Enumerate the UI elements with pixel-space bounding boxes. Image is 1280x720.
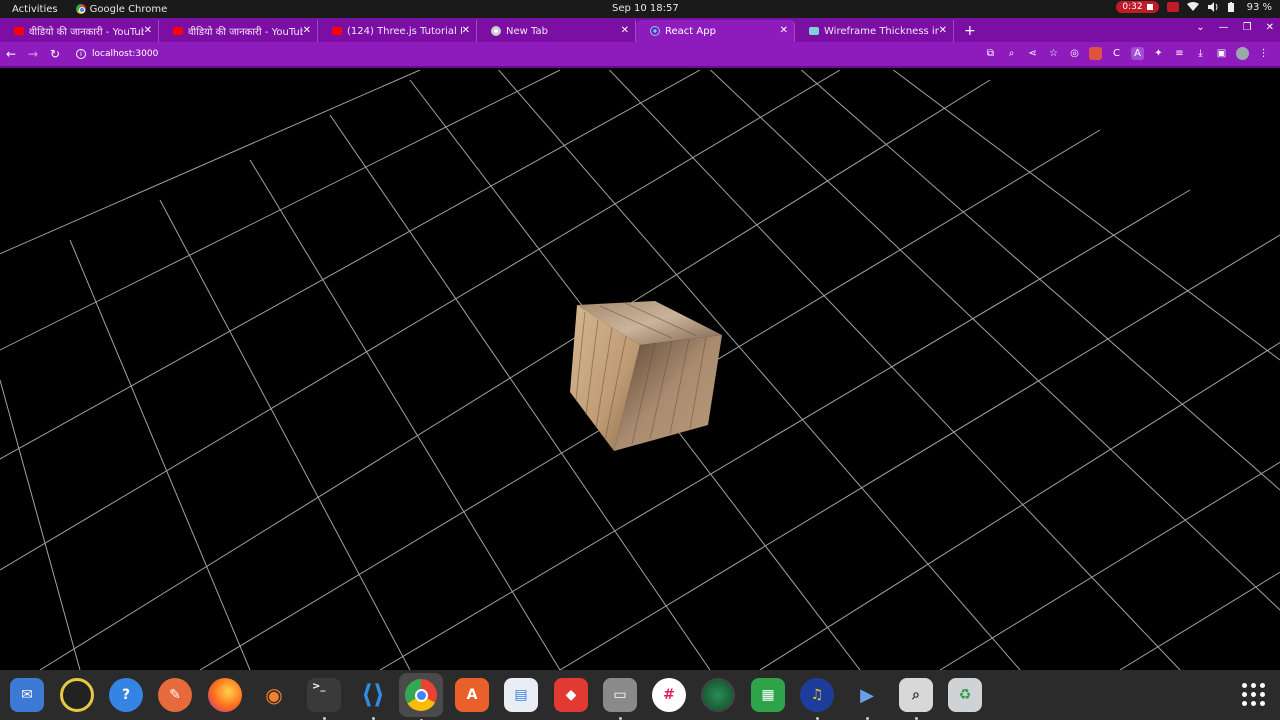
wooden-crate — [570, 301, 722, 451]
chrome-dock-icon[interactable] — [399, 673, 443, 720]
chrome-icon — [75, 4, 86, 14]
battery-icon — [1227, 2, 1239, 12]
close-icon[interactable]: ✕ — [621, 25, 629, 36]
anydesk-icon[interactable]: ◆ — [554, 678, 588, 712]
globe-icon[interactable] — [701, 678, 735, 712]
blender-icon[interactable]: ◉ — [257, 678, 291, 712]
react-icon — [650, 26, 660, 36]
chrome-icon — [491, 26, 501, 36]
extension-circle-icon[interactable]: ◎ — [1068, 47, 1081, 60]
chrome-icon — [405, 679, 437, 711]
screen: Activities Google Chrome Sep 10 18:57 0:… — [0, 0, 1280, 720]
chrome-menu-icon[interactable]: ⋮ — [1257, 47, 1270, 60]
recording-time: 0:32 — [1122, 2, 1143, 12]
rhythmbox-icon[interactable] — [60, 678, 94, 712]
spreadsheet-icon[interactable]: ▦ — [751, 678, 785, 712]
address-bar[interactable]: i localhost:3000 — [76, 49, 158, 59]
back-icon[interactable]: ← — [0, 47, 22, 61]
site-info-icon[interactable]: i — [76, 49, 86, 59]
tab-title: React App — [665, 25, 716, 37]
tab-react-app[interactable]: React App ✕ — [636, 20, 795, 42]
new-tab-button[interactable]: + — [964, 23, 976, 39]
youtube-icon — [332, 27, 342, 35]
profile-avatar[interactable] — [1236, 47, 1249, 60]
forward-icon[interactable]: → — [22, 47, 44, 61]
tab-title: वीडियो की जानकारी - YouTube — [29, 27, 144, 38]
scene-svg — [0, 70, 1280, 670]
vscode-icon[interactable]: ⟨⟩ — [356, 678, 390, 720]
extension-cc-icon[interactable]: C — [1110, 47, 1123, 60]
bookmark-star-icon[interactable]: ☆ — [1047, 47, 1060, 60]
tab-threejs-tutorial[interactable]: (124) Three.js Tutorial For ✕ — [318, 20, 477, 42]
screen-recording-indicator[interactable]: 0:32 — [1116, 1, 1159, 13]
reload-icon[interactable]: ↻ — [44, 47, 66, 61]
trash-icon[interactable]: ♻ — [948, 678, 982, 712]
close-icon[interactable]: ✕ — [144, 25, 152, 36]
tab-wireframe-thickness[interactable]: Wireframe Thickness in Thr ✕ — [795, 20, 954, 42]
youtube-icon — [14, 27, 24, 35]
tab-search-icon[interactable]: ⌄ — [1196, 22, 1204, 33]
document-viewer-icon[interactable]: ▤ — [504, 678, 538, 712]
toolbar-actions: ⧉ ⌕ ⋖ ☆ ◎ C A ✦ ≡ ⤓ ▣ ⋮ — [984, 47, 1270, 60]
close-icon[interactable]: ✕ — [780, 25, 788, 36]
audacity-icon[interactable]: ♫ — [800, 678, 834, 720]
sound-recorder-icon[interactable]: ▶ — [850, 678, 884, 720]
navigation-bar: ← → ↻ i localhost:3000 ⧉ ⌕ ⋖ ☆ ◎ C A ✦ ≡… — [0, 42, 1280, 68]
help-icon[interactable]: ? — [109, 678, 143, 712]
tab-strip: वीडियो की जानकारी - YouTube ✕ वीडियो की … — [0, 18, 1280, 42]
tab-title: (124) Three.js Tutorial For — [347, 25, 462, 37]
firefox-icon[interactable] — [208, 678, 242, 712]
tab-title: New Tab — [506, 25, 548, 37]
close-icon[interactable]: ✕ — [303, 25, 311, 36]
pen-icon[interactable]: ✎ — [158, 678, 192, 712]
restore-icon[interactable]: ❐ — [1243, 22, 1252, 33]
system-top-bar: Activities Google Chrome Sep 10 18:57 0:… — [0, 0, 1280, 18]
battery-percentage: 93 % — [1246, 1, 1272, 13]
window-controls: ⌄ — ❐ ✕ — [1196, 22, 1274, 33]
dock: ✉ ? ✎ ◉ >_ ⟨⟩ A ▤ ◆ ▭ # ▦ ♫ ▶ ⌕ ♻ — [0, 670, 1280, 720]
activities-button[interactable]: Activities — [12, 4, 58, 15]
close-window-icon[interactable]: ✕ — [1266, 22, 1274, 33]
wifi-icon — [1186, 2, 1199, 12]
open-in-app-icon[interactable]: ⧉ — [984, 47, 997, 60]
minimize-icon[interactable]: — — [1219, 22, 1229, 33]
side-panel-icon[interactable]: ▣ — [1215, 47, 1228, 60]
close-icon[interactable]: ✕ — [939, 25, 947, 36]
zoom-icon[interactable]: ⌕ — [1005, 47, 1018, 60]
extension-a-icon[interactable]: A — [1131, 47, 1144, 60]
slack-icon[interactable]: # — [652, 678, 686, 712]
tab-title: वीडियो की जानकारी - YouTube — [188, 27, 303, 38]
threejs-canvas[interactable] — [0, 70, 1280, 670]
camera-icon — [1166, 2, 1179, 12]
reading-list-icon[interactable]: ≡ — [1173, 47, 1186, 60]
wire-icon — [809, 27, 819, 35]
clock[interactable]: Sep 10 18:57 — [612, 3, 679, 14]
tab-new-tab[interactable]: New Tab ✕ — [477, 20, 636, 42]
files-icon[interactable]: ▭ — [603, 678, 637, 720]
app-name-label: Google Chrome — [89, 3, 168, 15]
tab-title: Wireframe Thickness in Thr — [824, 25, 939, 37]
extension-red-icon[interactable] — [1089, 47, 1102, 60]
share-icon[interactable]: ⋖ — [1026, 47, 1039, 60]
youtube-icon — [173, 27, 183, 35]
image-viewer-icon[interactable]: ⌕ — [899, 678, 933, 720]
stop-icon — [1146, 4, 1153, 10]
extensions-puzzle-icon[interactable]: ✦ — [1152, 47, 1165, 60]
tab-youtube-1[interactable]: वीडियो की जानकारी - YouTube ✕ — [0, 20, 159, 42]
show-applications-icon[interactable] — [1242, 683, 1266, 707]
close-icon[interactable]: ✕ — [462, 25, 470, 36]
app-menu[interactable]: Google Chrome — [75, 3, 168, 15]
system-tray: 0:32 93 % — [1116, 1, 1272, 13]
app-center-icon[interactable]: A — [455, 678, 489, 712]
terminal-icon[interactable]: >_ — [307, 678, 341, 720]
tab-youtube-2[interactable]: वीडियो की जानकारी - YouTube ✕ — [159, 20, 318, 42]
download-icon[interactable]: ⤓ — [1194, 47, 1207, 60]
thunderbird-icon[interactable]: ✉ — [10, 678, 44, 712]
url-text[interactable]: localhost:3000 — [92, 49, 158, 59]
volume-icon — [1207, 2, 1219, 12]
